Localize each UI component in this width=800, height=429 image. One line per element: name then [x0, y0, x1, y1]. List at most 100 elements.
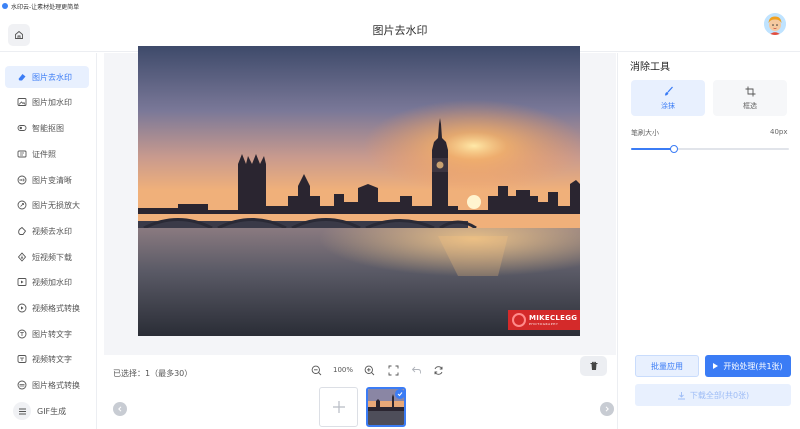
video-eraser-icon — [17, 226, 27, 236]
download-all-label: 下载全部(共0张) — [689, 390, 750, 400]
sidebar-item-video-format-convert[interactable]: 视频格式转换 — [5, 297, 89, 319]
watermark-subtext: PHOTOGRAPHY — [529, 322, 559, 326]
tool-brush[interactable]: 涂抹 — [631, 80, 705, 116]
id-card-icon — [17, 149, 27, 159]
sidebar-item-video-watermark-add[interactable]: 视频加水印 — [5, 271, 89, 293]
sidebar-item-label: 图片格式转换 — [32, 380, 80, 390]
fit-screen-button[interactable] — [386, 363, 400, 377]
image-add-icon — [17, 97, 27, 107]
undo-box — [409, 362, 423, 378]
crop-icon — [744, 86, 756, 98]
sidebar-item-label: 图片转文字 — [32, 329, 72, 339]
refresh-icon — [434, 365, 442, 375]
app-logo-icon — [2, 3, 8, 9]
sidebar-item-label: 智能抠图 — [32, 123, 64, 133]
add-image-button[interactable] — [319, 387, 358, 427]
zoom-out-button[interactable] — [309, 363, 323, 377]
zoom-toolbar — [309, 362, 323, 378]
sidebar-item-label: 图片加水印 — [32, 97, 72, 107]
watermark-logo-icon — [512, 313, 526, 327]
page-title: 图片去水印 — [372, 24, 428, 37]
selection-count: 已选择：1（最多30） — [113, 369, 193, 378]
fit-box — [386, 362, 400, 378]
avatar-icon — [764, 13, 786, 35]
sidebar-item-gif-maker[interactable]: GIF生成 — [5, 400, 89, 422]
magnify-icon — [17, 200, 27, 210]
zoom-in-icon — [364, 365, 374, 375]
sidebar-item-image-watermark-add[interactable]: 图片加水印 — [5, 91, 89, 113]
download-icon — [17, 252, 27, 262]
cutout-icon — [17, 123, 27, 133]
sidebar-item-id-photo[interactable]: 证件照 — [5, 143, 89, 165]
window-title: 水印云-让素材处理更简单 — [11, 3, 80, 11]
zoom-level-box: 100% — [333, 362, 353, 378]
preview-image[interactable]: MIKECLEGG PHOTOGRAPHY — [138, 46, 580, 336]
video-text-icon — [17, 354, 27, 364]
prev-button[interactable] — [113, 402, 127, 416]
menu-icon — [13, 402, 31, 420]
sidebar-item-label: 视频格式转换 — [32, 303, 80, 313]
sidebar-item-label: 图片无损放大 — [32, 200, 80, 210]
avatar[interactable] — [764, 13, 786, 35]
zoom-in-box — [362, 362, 376, 378]
sidebar-item-label: 视频转文字 — [32, 354, 72, 364]
delete-button[interactable] — [580, 356, 607, 376]
trash-icon — [590, 361, 597, 370]
batch-apply-button[interactable]: 批量应用 — [635, 355, 699, 377]
watermark-overlay[interactable]: MIKECLEGG PHOTOGRAPHY — [508, 310, 580, 330]
sidebar-item-short-video-download[interactable]: 短视频下载 — [5, 246, 89, 268]
image-convert-icon — [17, 380, 27, 390]
watermark-text: MIKECLEGG — [529, 314, 578, 322]
slider-handle[interactable] — [669, 145, 678, 153]
sidebar-item-video-watermark-remove[interactable]: 视频去水印 — [5, 220, 89, 242]
sidebar: 图片去水印 图片加水印 智能抠图 证件照 图片变清晰 图片无损放大 视频去水印 … — [0, 53, 97, 429]
window-titlebar: 水印云-让素材处理更简单 — [0, 0, 800, 12]
selected-check-icon — [395, 389, 405, 399]
zoom-out-icon — [311, 365, 321, 375]
chevron-left-icon — [118, 406, 122, 412]
tool-brush-label: 涂抹 — [661, 101, 675, 110]
sidebar-item-image-format-convert[interactable]: 图片格式转换 — [5, 374, 89, 396]
sidebar-item-image-watermark-remove[interactable]: 图片去水印 — [5, 66, 89, 88]
brush-size-slider[interactable] — [631, 145, 789, 153]
fullscreen-icon — [388, 365, 398, 375]
canvas-area: MIKECLEGG PHOTOGRAPHY — [104, 46, 616, 355]
panel-title: 消除工具 — [630, 62, 670, 73]
undo-button[interactable] — [409, 363, 423, 377]
sidebar-item-label: 图片去水印 — [32, 72, 72, 82]
tool-box-select-label: 框选 — [743, 101, 757, 110]
sidebar-item-smart-cutout[interactable]: 智能抠图 — [5, 117, 89, 139]
sidebar-item-image-upscale[interactable]: 图片无损放大 — [5, 194, 89, 216]
reset-box — [431, 362, 445, 378]
eraser-icon — [17, 72, 27, 82]
image-text-icon — [17, 329, 27, 339]
brush-icon — [662, 86, 674, 98]
sidebar-item-label: 视频加水印 — [32, 277, 72, 287]
download-all-button[interactable]: 下载全部(共0张) — [635, 384, 791, 406]
sidebar-item-label: 图片变清晰 — [32, 175, 72, 185]
start-process-label: 开始处理(共1张) — [723, 361, 783, 371]
sidebar-item-label: 视频去水印 — [32, 226, 72, 236]
zoom-level: 100% — [333, 366, 354, 374]
brush-size-value: 40px — [770, 128, 788, 136]
start-process-button[interactable]: 开始处理(共1张) — [705, 355, 791, 377]
sidebar-item-label: 证件照 — [32, 149, 56, 159]
sidebar-item-image-to-text[interactable]: 图片转文字 — [5, 323, 89, 345]
slider-fill — [631, 148, 674, 150]
plus-icon — [332, 401, 345, 413]
undo-icon — [411, 366, 421, 373]
sidebar-item-video-to-text[interactable]: 视频转文字 — [5, 348, 89, 370]
download-icon — [677, 391, 686, 400]
play-icon — [713, 363, 719, 369]
tool-panel: 消除工具 涂抹 框选 笔刷大小 40px 批量应用 开始处理(共1张) 下载全部… — [617, 53, 800, 429]
video-add-icon — [17, 277, 27, 287]
zoom-in-button[interactable] — [362, 363, 376, 377]
tool-box-select[interactable]: 框选 — [713, 80, 787, 116]
next-button[interactable] — [600, 402, 614, 416]
sidebar-item-image-sharpen[interactable]: 图片变清晰 — [5, 169, 89, 191]
video-convert-icon — [17, 303, 27, 313]
hd-icon — [17, 175, 27, 185]
brush-size-label: 笔刷大小 — [631, 129, 659, 137]
chevron-right-icon — [605, 406, 609, 412]
reset-button[interactable] — [431, 363, 445, 377]
